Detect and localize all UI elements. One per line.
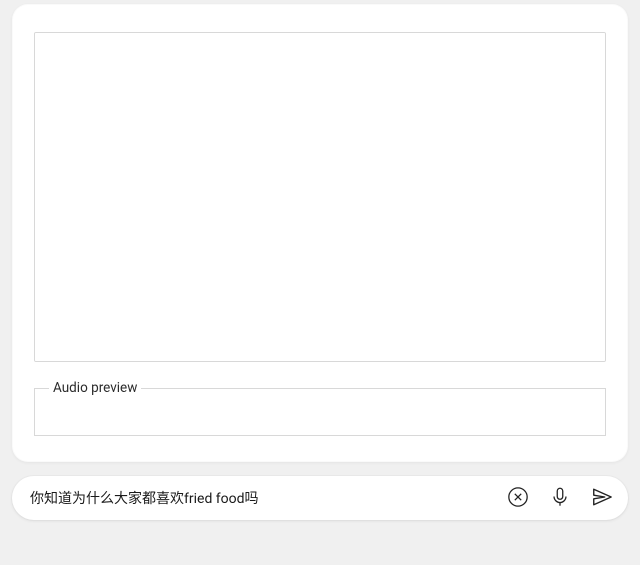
input-actions bbox=[506, 486, 614, 510]
microphone-button[interactable] bbox=[548, 486, 572, 510]
message-input-bar bbox=[12, 476, 628, 520]
microphone-icon bbox=[549, 486, 571, 511]
conversation-scroll-pane[interactable] bbox=[34, 32, 606, 362]
main-card: Audio preview bbox=[12, 4, 628, 462]
conversation-content bbox=[35, 33, 605, 362]
audio-preview-label: Audio preview bbox=[49, 380, 141, 396]
send-icon bbox=[591, 486, 613, 511]
send-button[interactable] bbox=[590, 486, 614, 510]
app-stage: Audio preview bbox=[0, 4, 640, 565]
close-circle-icon bbox=[507, 486, 529, 511]
audio-preview-panel: Audio preview bbox=[34, 380, 606, 436]
message-input[interactable] bbox=[30, 476, 494, 520]
clear-button[interactable] bbox=[506, 486, 530, 510]
